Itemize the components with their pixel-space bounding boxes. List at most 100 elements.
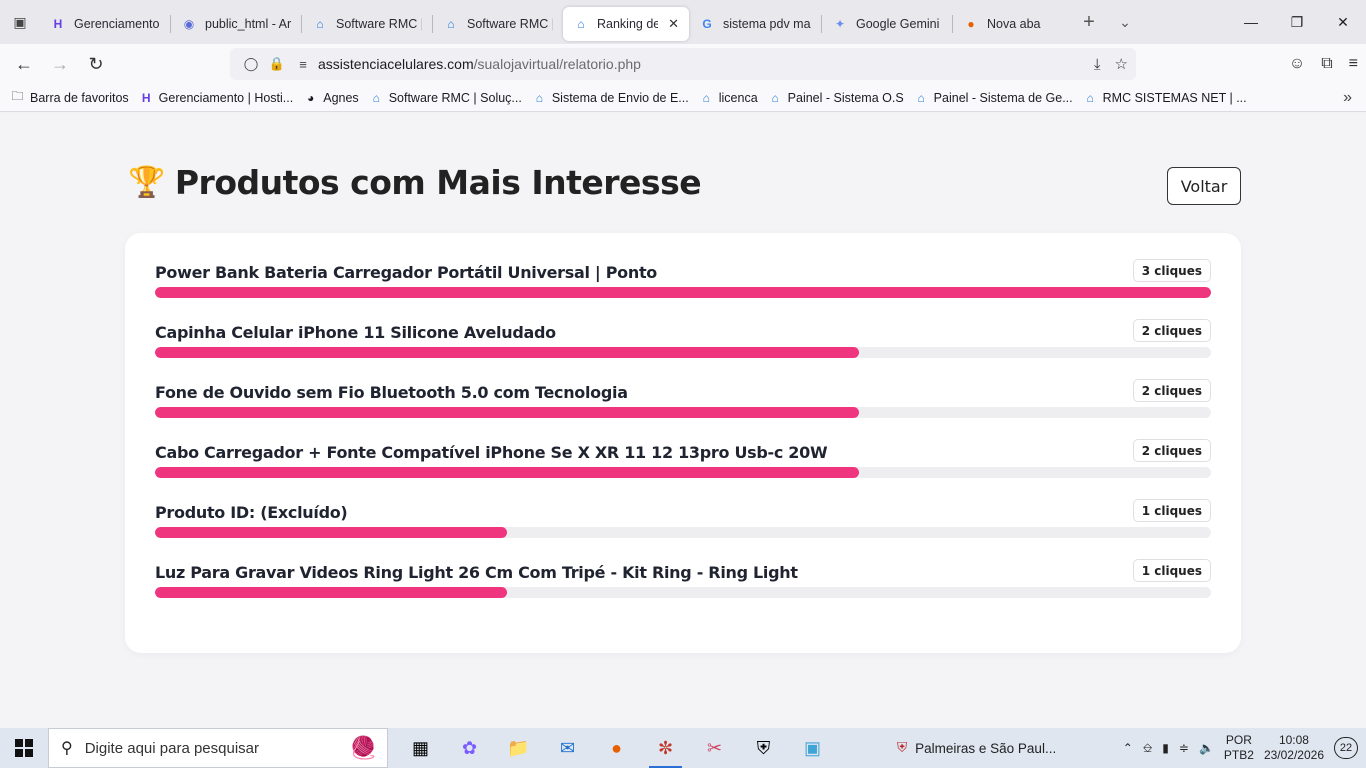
tab-bar: ▣ H Gerenciamento | ◉ public_html - Arq … xyxy=(0,0,1366,44)
clock-date: 23/02/2026 xyxy=(1263,748,1324,762)
agnes-icon: ◕ xyxy=(307,90,315,105)
bookmark-label: Barra de favoritos xyxy=(30,90,129,105)
snipping-tool-icon[interactable]: ✂ xyxy=(690,728,739,768)
tab-title: Gerenciamento | xyxy=(74,17,160,31)
extensions-icon[interactable]: ⧉ xyxy=(1321,55,1332,73)
bookmark-item[interactable]: 🗀 Barra de favoritos xyxy=(10,89,129,105)
clicks-badge: 1 cliques xyxy=(1132,499,1211,522)
bookmark-star-icon[interactable]: ☆ xyxy=(1115,55,1128,73)
language-code: POR xyxy=(1225,733,1252,747)
clock[interactable]: 10:08 23/02/2026 xyxy=(1264,733,1324,763)
folder-icon: 🗀 xyxy=(11,89,24,103)
list-all-tabs-icon[interactable]: ▣ xyxy=(0,0,40,44)
clicks-badge: 3 cliques xyxy=(1132,259,1211,282)
clicks-badge: 1 cliques xyxy=(1132,559,1211,582)
menu-icon[interactable]: ≡ xyxy=(1349,55,1358,73)
battery-icon[interactable]: ▮ xyxy=(1162,741,1169,755)
chevron-down-icon[interactable]: ⌄ xyxy=(1107,0,1143,44)
ranking-row: Capinha Celular iPhone 11 Silicone Avelu… xyxy=(155,319,1211,367)
tab-2[interactable]: ⌂ Software RMC | S xyxy=(302,7,432,41)
more-bookmarks-icon[interactable]: » xyxy=(1343,84,1352,112)
back-arrow-icon[interactable]: ← xyxy=(6,46,42,82)
maximize-icon[interactable]: ❐ xyxy=(1274,0,1320,44)
notifications-icon[interactable]: 22 xyxy=(1334,737,1358,759)
progress-track xyxy=(155,407,1211,418)
tab-6[interactable]: ✦ Google Gemini xyxy=(822,7,952,41)
ranking-card: Power Bank Bateria Carregador Portátil U… xyxy=(125,233,1241,653)
site-permissions-icon[interactable]: ≡ xyxy=(292,57,314,72)
save-page-icon[interactable]: ⤓ xyxy=(1094,56,1101,73)
minimize-icon[interactable]: — xyxy=(1228,0,1274,44)
tab-0[interactable]: H Gerenciamento | xyxy=(40,7,170,41)
bookmark-item[interactable]: ⌂ licenca xyxy=(699,90,758,105)
news-widget[interactable]: ⛨ Palmeiras e São Paul... xyxy=(897,740,1056,756)
tab-3[interactable]: ⌂ Software RMC | S xyxy=(433,7,563,41)
bookmark-item[interactable]: H Gerenciamento | Hosti... xyxy=(139,90,294,105)
volume-icon[interactable]: 🔈 xyxy=(1199,741,1214,755)
chevron-up-icon[interactable]: ⌃ xyxy=(1123,741,1133,755)
page-content: 🏆 Produtos com Mais Interesse Voltar Pow… xyxy=(0,113,1366,728)
product-name: Capinha Celular iPhone 11 Silicone Avelu… xyxy=(155,323,556,342)
house-icon: ⌂ xyxy=(1086,90,1094,105)
url-path: /sualojavirtual/relatorio.php xyxy=(473,56,641,72)
house-icon: ⌂ xyxy=(917,90,925,105)
wifi-icon[interactable]: ≑ xyxy=(1179,741,1189,755)
bookmark-item[interactable]: ⌂ Sistema de Envio de E... xyxy=(532,90,689,105)
url-bar[interactable]: ◯ 🔒 ≡ assistenciacelulares.com/sualojavi… xyxy=(230,48,1136,80)
reload-icon[interactable]: ↻ xyxy=(78,46,114,82)
firefox-icon[interactable]: ● xyxy=(592,728,641,768)
start-button[interactable] xyxy=(0,728,48,768)
bookmark-item[interactable]: ⌂ Software RMC | Soluç... xyxy=(369,90,522,105)
ranking-row: Luz Para Gravar Videos Ring Light 26 Cm … xyxy=(155,559,1211,607)
tab-title: Ranking de Cli xyxy=(597,17,659,31)
bookmark-label: Gerenciamento | Hosti... xyxy=(158,90,294,105)
tab-1[interactable]: ◉ public_html - Arq xyxy=(171,7,301,41)
tab-7[interactable]: ● Nova aba xyxy=(953,7,1071,41)
app-window-icon[interactable]: ▣ xyxy=(788,728,837,768)
file-explorer-icon[interactable]: 📁 xyxy=(494,728,543,768)
system-tray: ⌃ ⎒ ▮ ≑ 🔈 POR PTB2 10:08 23/02/2026 22 xyxy=(1123,728,1366,768)
close-tab-icon[interactable]: ✕ xyxy=(668,16,679,32)
url-host: assistenciacelulares.com xyxy=(318,56,474,72)
house-icon: ⌂ xyxy=(535,90,543,105)
forward-arrow-icon[interactable]: → xyxy=(42,46,78,82)
bookmark-label: RMC SISTEMAS NET | ... xyxy=(1102,90,1247,105)
language-indicator[interactable]: POR PTB2 xyxy=(1224,733,1254,763)
tab-title: Software RMC | S xyxy=(467,17,553,31)
lock-icon[interactable]: 🔒 xyxy=(266,56,288,72)
close-window-icon[interactable]: ✕ xyxy=(1320,0,1366,44)
ranking-row: Cabo Carregador + Fonte Compatível iPhon… xyxy=(155,439,1211,487)
bookmark-item[interactable]: ⌂ RMC SISTEMAS NET | ... xyxy=(1083,90,1247,105)
shield-icon[interactable]: ◯ xyxy=(240,56,262,72)
tab-active[interactable]: ⌂ Ranking de Cli ✕ xyxy=(563,7,689,41)
meet-now-icon[interactable]: ⎒ xyxy=(1143,741,1152,756)
progress-track xyxy=(155,347,1211,358)
active-app-icon[interactable]: ✼ xyxy=(641,728,690,768)
gemini-icon: ✦ xyxy=(834,17,846,31)
news-text: Palmeiras e São Paul... xyxy=(915,740,1057,756)
bookmark-item[interactable]: ⌂ Painel - Sistema de Ge... xyxy=(914,90,1073,105)
bookmark-label: Sistema de Envio de E... xyxy=(551,90,689,105)
progress-fill xyxy=(155,287,1211,298)
bookmark-item[interactable]: ⌂ Painel - Sistema O.S xyxy=(768,90,904,105)
taskbar-search[interactable]: ⚲ Digite aqui para pesquisar 🧶 xyxy=(48,728,388,768)
copilot-icon[interactable]: ✿ xyxy=(445,728,494,768)
account-icon[interactable]: ☺ xyxy=(1289,55,1305,73)
tab-title: Software RMC | S xyxy=(336,17,422,31)
new-tab-icon[interactable]: + xyxy=(1071,0,1107,44)
house-icon: ⌂ xyxy=(577,17,585,31)
hostinger-icon: H xyxy=(141,90,151,105)
globe-icon: ◉ xyxy=(183,17,195,31)
ranking-row: Produto ID: (Excluído) 1 cliques xyxy=(155,499,1211,547)
hostinger-icon: H xyxy=(53,17,63,31)
bookmark-item[interactable]: ◕ Agnes xyxy=(303,90,359,105)
outlook-icon[interactable]: ✉ xyxy=(543,728,592,768)
back-button[interactable]: Voltar xyxy=(1167,167,1241,205)
security-shield-icon[interactable]: ⛨ xyxy=(739,728,788,768)
page-title: 🏆 Produtos com Mais Interesse xyxy=(128,163,702,202)
ranking-row: Fone de Ouvido sem Fio Bluetooth 5.0 com… xyxy=(155,379,1211,427)
task-view-icon[interactable]: ▦ xyxy=(396,728,445,768)
tab-5[interactable]: G sistema pdv mast xyxy=(689,7,821,41)
trophy-icon: 🏆 xyxy=(128,165,165,200)
bookmark-label: Painel - Sistema O.S xyxy=(787,90,904,105)
